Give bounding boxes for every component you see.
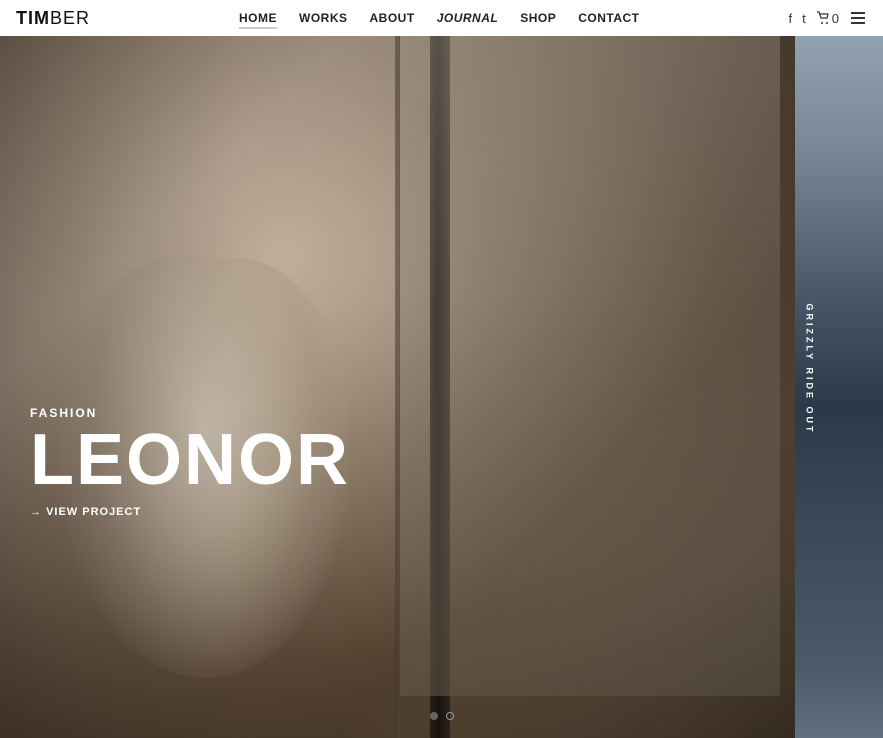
slide-category: FASHION — [30, 406, 350, 420]
nav-item-shop[interactable]: SHOP — [520, 11, 556, 25]
nav: HOME WORKS ABOUT JOURNAL SHOP CONTACT — [239, 11, 639, 25]
nav-item-contact[interactable]: CONTACT — [578, 11, 639, 25]
twitter-icon[interactable]: t — [802, 11, 806, 26]
slide-indicators — [430, 712, 454, 720]
menu-dot-2 — [851, 17, 865, 19]
dot-2[interactable] — [446, 712, 454, 720]
slide-title: LEONOR — [30, 424, 350, 496]
header: TIMBER HOME WORKS ABOUT JOURNAL SHOP CON… — [0, 0, 883, 36]
slide-content: FASHION LEONOR VIEW PROJECT — [30, 406, 350, 518]
menu-dot-3 — [851, 22, 865, 24]
cart-button[interactable]: 0 — [816, 11, 839, 26]
dot-1[interactable] — [430, 712, 438, 720]
side-slide-label: GRIZZLY RIDE OUT — [804, 303, 814, 434]
nav-item-works[interactable]: WORKS — [299, 11, 348, 25]
header-right: f t 0 — [789, 10, 867, 26]
cart-count: 0 — [832, 11, 839, 26]
logo-bold: TIM — [16, 8, 50, 28]
menu-toggle[interactable] — [849, 10, 867, 26]
menu-dot-1 — [851, 12, 865, 14]
logo[interactable]: TIMBER — [16, 8, 90, 29]
side-slide[interactable]: GRIZZLY RIDE OUT — [795, 0, 883, 738]
nav-item-journal[interactable]: JOURNAL — [437, 11, 499, 25]
cart-svg-icon — [816, 11, 830, 25]
logo-light: BER — [50, 8, 90, 28]
slide-overlay — [0, 0, 795, 738]
facebook-icon[interactable]: f — [789, 11, 793, 26]
nav-item-about[interactable]: ABOUT — [370, 11, 415, 25]
hero: FASHION LEONOR VIEW PROJECT GRIZZLY RIDE… — [0, 0, 883, 738]
nav-item-home[interactable]: HOME — [239, 11, 277, 25]
slide-link[interactable]: VIEW PROJECT — [30, 506, 350, 518]
main-slide[interactable]: FASHION LEONOR VIEW PROJECT — [0, 0, 795, 738]
